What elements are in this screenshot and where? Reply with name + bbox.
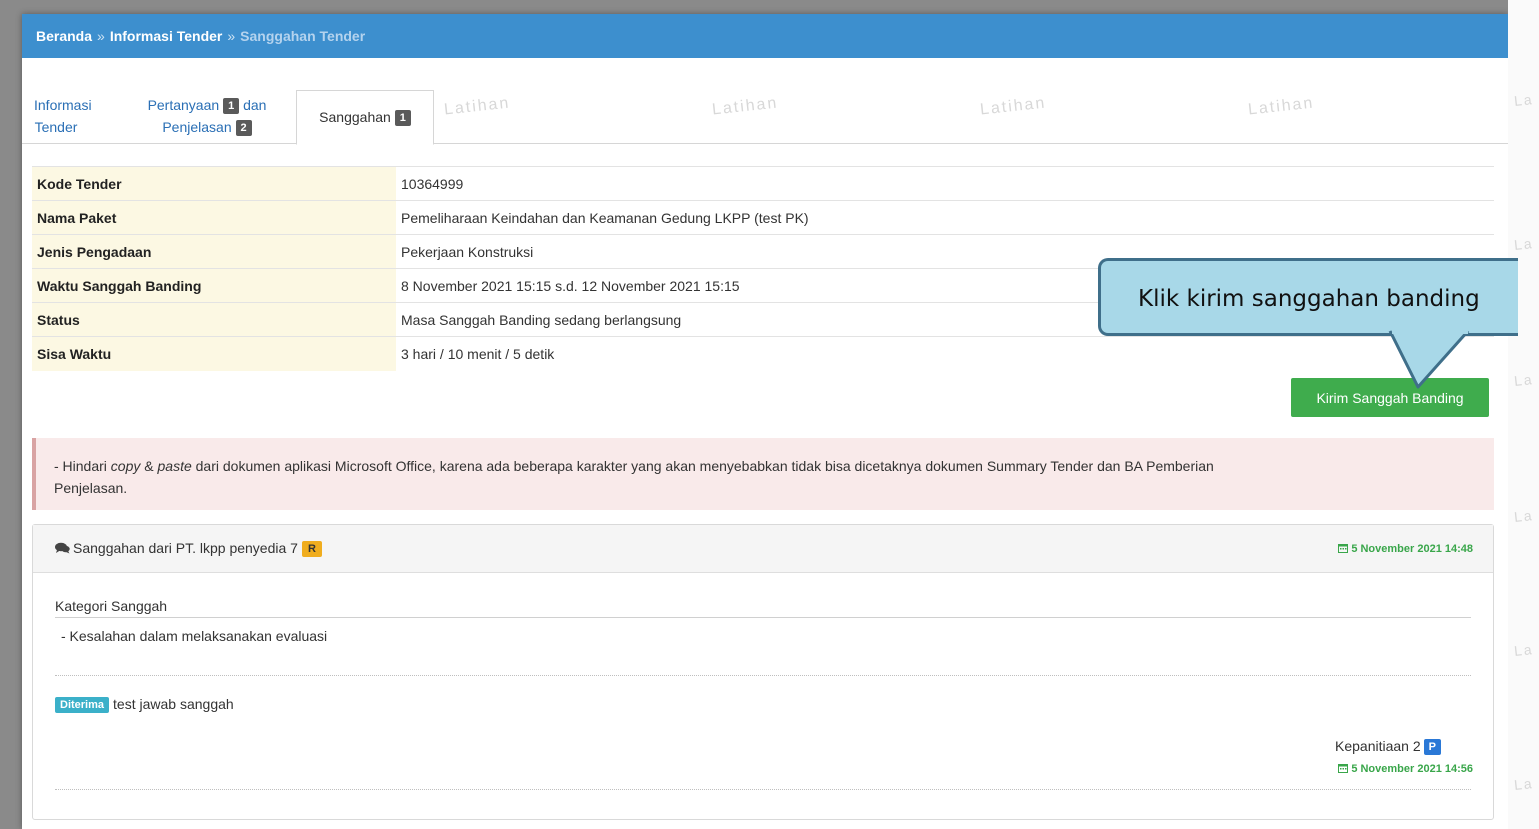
watermark-text: La: [1513, 91, 1535, 109]
row-value: 3 hari / 10 menit / 5 detik: [396, 336, 1494, 371]
alert-text-italic: paste: [157, 458, 192, 474]
instruction-callout: Klik kirim sanggahan banding: [1098, 258, 1518, 336]
breadcrumb-tender-link[interactable]: Informasi Tender: [110, 28, 223, 44]
panel-title: Sanggahan dari PT. lkpp penyedia 7: [73, 540, 298, 556]
kategori-heading: Kategori Sanggah: [55, 598, 1471, 618]
alert-text: &: [140, 458, 158, 474]
watermark-text: La: [1513, 775, 1535, 793]
row-label: Status: [32, 302, 396, 337]
row-value: Pemeliharaan Keindahan dan Keamanan Gedu…: [396, 200, 1494, 235]
callout-pointer: [1388, 329, 1470, 389]
row-label: Nama Paket: [32, 200, 396, 235]
divider: [55, 675, 1471, 676]
answer-row: Diterima test jawab sanggah: [55, 696, 234, 713]
divider: [55, 789, 1471, 790]
row-label: Kode Tender: [32, 166, 396, 201]
watermark-text: La: [1513, 641, 1535, 659]
alert-text: Penjelasan.: [54, 480, 128, 496]
breadcrumb-current: Sanggahan Tender: [240, 28, 366, 44]
tab-label: Informasi: [34, 97, 92, 113]
count-badge: 1: [223, 98, 240, 114]
panel-header: Sanggahan dari PT. lkpp penyedia 7R 5 No…: [33, 525, 1493, 573]
watermark-text: Latihan: [443, 94, 512, 119]
tab-label: Penjelasan: [162, 119, 232, 135]
count-badge: 2: [235, 120, 252, 136]
watermark-text: Latihan: [711, 94, 780, 119]
answer-date: 5 November 2021 14:56: [1338, 763, 1473, 776]
tab-sanggahan[interactable]: Sanggahan 1: [296, 90, 434, 145]
watermark-text: La: [1513, 371, 1535, 389]
role-badge: R: [301, 541, 322, 557]
breadcrumb-separator: »: [227, 28, 236, 44]
responder-name: Kepanitiaan 2: [1335, 738, 1421, 754]
watermark-text: Latihan: [979, 94, 1048, 119]
role-badge: P: [1423, 739, 1441, 755]
watermark-text: La: [1513, 507, 1535, 525]
alert-text: dari dokumen aplikasi Microsoft Office, …: [191, 458, 1214, 474]
table-row: Kode Tender 10364999: [32, 166, 1494, 201]
status-badge: Diterima: [55, 697, 110, 713]
count-badge: 1: [394, 110, 411, 126]
row-label: Sisa Waktu: [32, 336, 396, 371]
breadcrumb-separator: »: [97, 28, 105, 44]
table-row: Nama Paket Pemeliharaan Keindahan dan Ke…: [32, 200, 1494, 235]
alert-text-italic: copy: [110, 458, 141, 474]
tab-pertanyaan-penjelasan[interactable]: Pertanyaan 1 dan Penjelasan 2: [132, 94, 282, 138]
tender-page: Beranda» Informasi Tender» Sanggahan Tende…: [22, 14, 1508, 829]
calendar-icon: [1338, 543, 1349, 556]
watermark-text: La: [1513, 235, 1535, 253]
row-label: Waktu Sanggah Banding: [32, 268, 396, 303]
date-text: 5 November 2021 14:56: [1351, 763, 1473, 775]
tab-label: Tender: [34, 119, 78, 135]
background-pane: La La La La La La: [1508, 0, 1539, 829]
row-value: 10364999: [396, 166, 1494, 201]
watermark-text: Latihan: [1247, 94, 1316, 119]
table-row: Sisa Waktu 3 hari / 10 menit / 5 detik: [32, 336, 1494, 371]
answer-text: test jawab sanggah: [113, 696, 234, 712]
breadcrumb-home-link[interactable]: Beranda: [36, 28, 92, 44]
breadcrumb: Beranda» Informasi Tender» Sanggahan Tende…: [22, 14, 1508, 58]
comments-icon: [55, 541, 70, 557]
responder: Kepanitiaan 2P: [1335, 738, 1441, 755]
sanggahan-panel: Sanggahan dari PT. lkpp penyedia 7R 5 No…: [32, 524, 1494, 820]
tab-label: Sanggahan: [319, 109, 391, 125]
date-text: 5 November 2021 14:48: [1351, 543, 1473, 555]
kategori-item: - Kesalahan dalam melaksanakan evaluasi: [61, 628, 328, 644]
warning-alert: - Hindari copy & paste dari dokumen apli…: [32, 438, 1494, 510]
sanggahan-date: 5 November 2021 14:48: [1338, 543, 1473, 556]
alert-text: - Hindari: [54, 458, 111, 474]
tab-label: Pertanyaan: [147, 97, 220, 113]
tab-label: dan: [243, 97, 267, 113]
tab-informasi-tender[interactable]: Informasi Tender: [34, 94, 92, 138]
callout-text: Klik kirim sanggahan banding: [1138, 286, 1480, 312]
tab-bar: Informasi Tender Pertanyaan 1 dan Penjel…: [22, 88, 1508, 145]
calendar-icon: [1338, 763, 1349, 776]
row-label: Jenis Pengadaan: [32, 234, 396, 269]
